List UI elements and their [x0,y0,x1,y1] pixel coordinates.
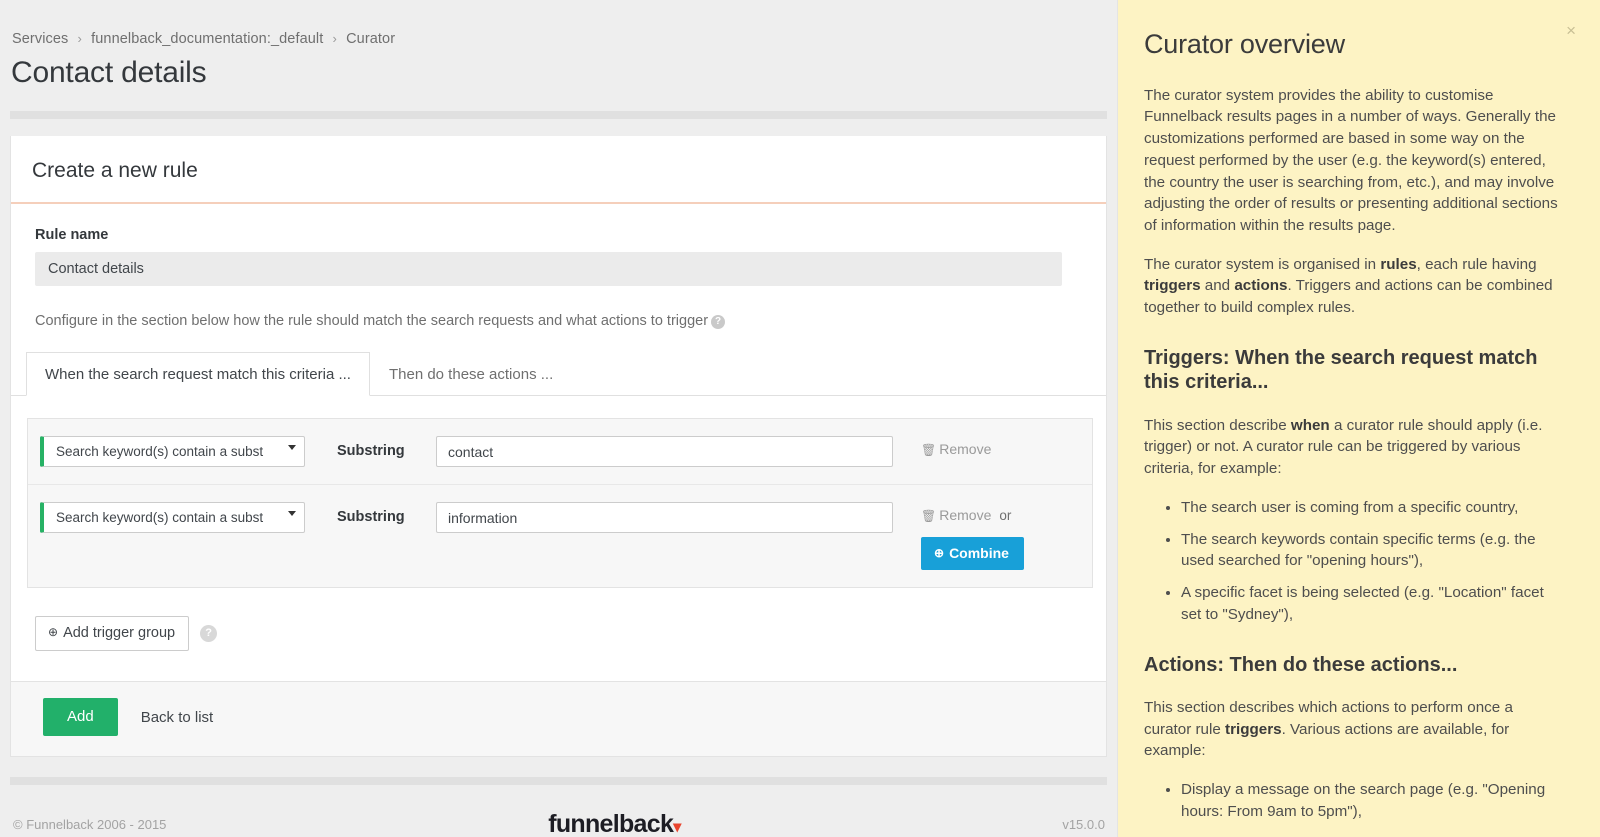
back-to-list-link[interactable]: Back to list [141,709,214,726]
page-title: Contact details [11,56,207,89]
remove-trigger-label: Remove [939,441,992,457]
sidebar-triggers-heading: Triggers: When the search request match … [1144,346,1538,394]
text-emphasis-triggers: triggers [1225,720,1282,738]
trigger-row: Search keyword(s) contain a subst Substr… [28,419,1092,484]
sidebar-actions-list: Display a message on the search page (e.… [1144,779,1562,837]
sidebar-actions-heading: Actions: Then do these actions... [1144,653,1458,676]
rule-name-label: Rule name [35,227,109,243]
page-footer: © Funnelback 2006 - 2015 funnelback▾ v15… [0,785,1117,837]
list-item: A specific facet is being selected (e.g.… [1181,582,1562,625]
text-emphasis-actions: actions [1234,277,1288,295]
list-item: The search user is coming from a specifi… [1181,497,1562,519]
close-icon[interactable]: × [1566,22,1576,39]
tab-then-actions[interactable]: Then do these actions ... [370,352,572,396]
funnelback-logo-text: funnelback [548,810,674,837]
card-footer: Add Back to list [11,681,1106,756]
curator-overview-panel: × Curator overview The curator system pr… [1117,0,1600,837]
sidebar-organised-paragraph: The curator system is organised in rules… [1144,254,1562,319]
sidebar-triggers-paragraph: This section describe when a curator rul… [1144,415,1562,480]
breadcrumb-item-collection[interactable]: funnelback_documentation:_default [91,31,323,47]
trash-icon: 🗑 [921,509,937,523]
rule-tabs: When the search request match this crite… [11,351,1106,396]
trigger-row: Search keyword(s) contain a subst Substr… [28,484,1092,587]
tab-when-criteria[interactable]: When the search request match this crite… [26,352,370,396]
trigger-type-select[interactable]: Search keyword(s) contain a subst [40,502,305,533]
app-root: Services › funnelback_documentation:_def… [0,0,1600,837]
remove-trigger-button[interactable]: 🗑 Remove [921,507,991,523]
sidebar-title: Curator overview [1144,29,1345,59]
list-item: The search keywords contain specific ter… [1181,529,1562,572]
help-icon[interactable]: ? [200,625,218,642]
combine-button[interactable]: ⊕ Combine [921,537,1024,570]
trigger-row-actions: 🗑 Remove or ⊕ Combine [921,502,1024,570]
card-body: Rule name Configure in the section below… [11,204,1106,351]
rule-name-input[interactable] [35,252,1062,286]
trigger-param-label: Substring [337,509,405,525]
combine-button-label: Combine [949,545,1009,561]
tab-panel-criteria: Search keyword(s) contain a subst Substr… [11,396,1106,681]
trash-icon: 🗑 [921,443,937,457]
text-fragment: and [1200,277,1235,295]
list-item: Transform the user keyword(s) (e.g. a us… [1181,833,1562,837]
header-divider [10,111,1107,119]
trigger-type-select-wrap: Search keyword(s) contain a subst [40,436,305,467]
configure-note: Configure in the section below how the r… [35,313,1085,351]
breadcrumb-item-services[interactable]: Services [12,31,68,47]
trigger-substring-input[interactable] [436,502,893,533]
remove-trigger-label: Remove [939,507,992,523]
or-label: or [999,508,1012,523]
text-emphasis-rules: rules [1380,255,1417,273]
card-header: Create a new rule [11,136,1106,204]
configure-note-text: Configure in the section below how the r… [35,313,709,329]
text-fragment: The curator system is organised in [1144,255,1381,273]
breadcrumb: Services › funnelback_documentation:_def… [10,0,1107,47]
card-title: Create a new rule [32,159,198,182]
remove-trigger-button[interactable]: 🗑 Remove [921,441,991,457]
sidebar-actions-paragraph: This section describes which actions to … [1144,697,1562,762]
plus-circle-icon: ⊕ [934,546,945,560]
trigger-substring-input[interactable] [436,436,893,467]
plus-circle-icon: ⊕ [48,625,59,639]
add-trigger-group-wrap: ⊕ Add trigger group ? [27,588,1093,681]
breadcrumb-item-curator[interactable]: Curator [346,31,395,47]
chevron-down-icon [288,445,296,450]
submit-add-button[interactable]: Add [43,698,118,736]
trigger-type-select-wrap: Search keyword(s) contain a subst [40,502,305,533]
breadcrumb-separator-icon: › [77,31,82,46]
trigger-param-label: Substring [337,443,405,459]
sidebar-triggers-list: The search user is coming from a specifi… [1144,497,1562,626]
footer-version: v15.0.0 [1062,817,1105,832]
text-fragment: This section describe [1144,416,1291,434]
text-fragment: , each rule having [1416,255,1537,273]
list-item: Display a message on the search page (e.… [1181,779,1562,822]
add-trigger-group-label: Add trigger group [63,625,176,641]
text-emphasis-when: when [1290,416,1330,434]
help-icon[interactable]: ? [711,315,726,329]
breadcrumb-separator-icon: › [332,31,337,46]
trigger-type-select[interactable]: Search keyword(s) contain a subst [40,436,305,467]
trigger-row-actions: 🗑 Remove [921,436,991,459]
create-rule-card: Create a new rule Rule name Configure in… [10,136,1107,757]
footer-divider [10,777,1107,785]
trigger-group: Search keyword(s) contain a subst Substr… [27,418,1093,588]
funnelback-logo-mark-icon: ▾ [673,819,681,836]
footer-copyright: © Funnelback 2006 - 2015 [13,817,167,832]
chevron-down-icon [288,511,296,516]
text-emphasis-triggers: triggers [1144,277,1201,295]
funnelback-logo: funnelback▾ [548,810,681,837]
main-content: Services › funnelback_documentation:_def… [0,0,1117,837]
sidebar-intro-paragraph: The curator system provides the ability … [1144,86,1558,235]
add-trigger-group-button[interactable]: ⊕ Add trigger group [35,616,190,651]
